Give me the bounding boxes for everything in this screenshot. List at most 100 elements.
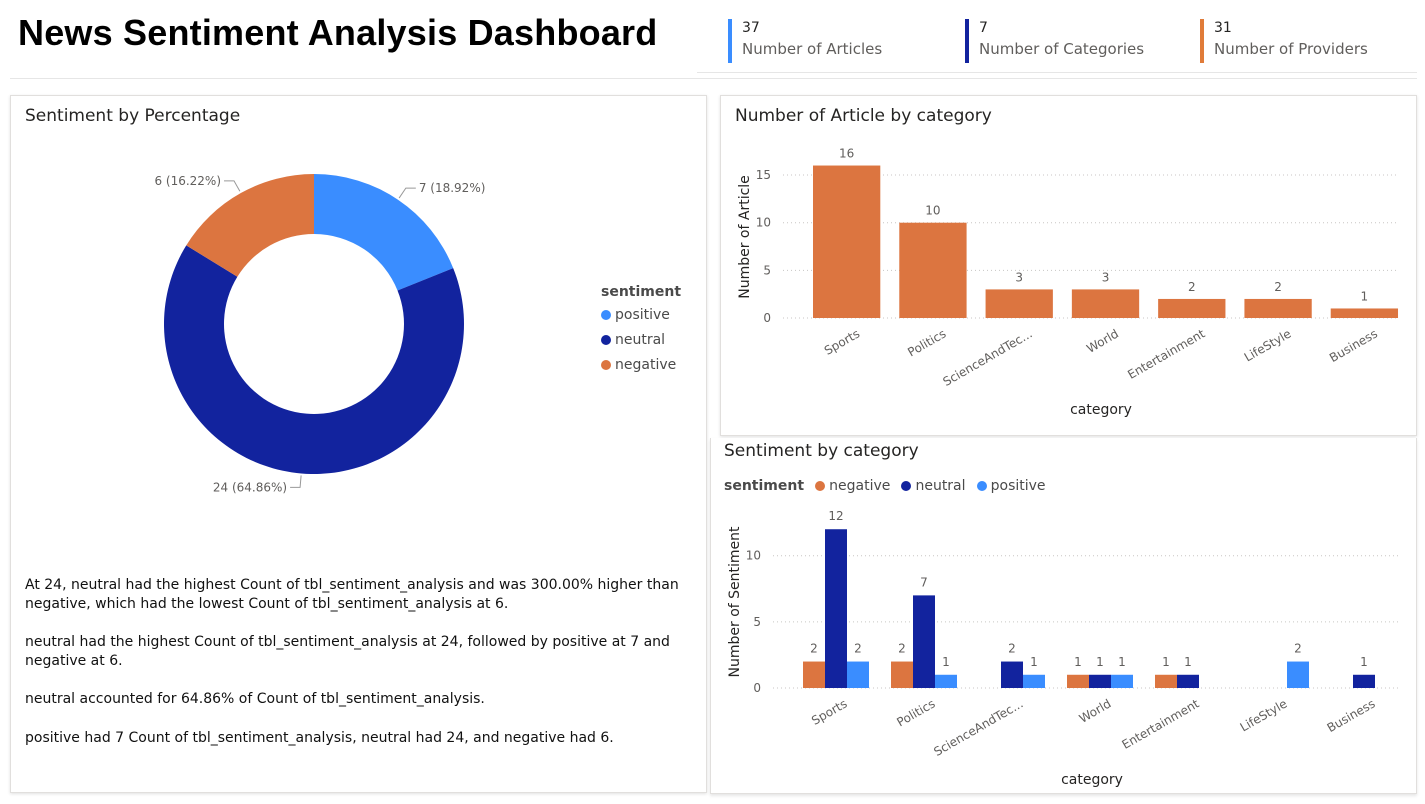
bar-chart-title: Number of Article by category xyxy=(735,106,992,126)
kpi-value: 37 xyxy=(742,20,760,36)
x-axis-title: category xyxy=(1061,772,1123,788)
bar-World[interactable] xyxy=(1071,289,1140,318)
bar-negative-Sports[interactable] xyxy=(803,661,825,688)
bar-data-label: 12 xyxy=(828,509,843,523)
bar-negative-Politics[interactable] xyxy=(891,661,913,688)
article-bar-panel[interactable]: Number of Article by category 0 5 10 15 16 Sp… xyxy=(720,95,1417,436)
cluster-legend: sentiment negative neutral positive xyxy=(724,475,1046,494)
kpi-providers[interactable]: 31 Number of Providers xyxy=(1200,18,1368,64)
legend-item-negative[interactable]: negative xyxy=(815,478,890,494)
legend-title: sentiment xyxy=(724,478,805,494)
donut-chart[interactable]: 7 (18.92%) 24 (64.86%) 6 (16.22%) xyxy=(11,156,708,596)
bar-ScienceAndTec...[interactable] xyxy=(985,289,1053,318)
bar-positive-World[interactable] xyxy=(1111,674,1133,688)
legend-label: negative xyxy=(615,357,677,373)
legend-title: sentiment xyxy=(601,284,682,300)
bar-data-label: 1 xyxy=(1074,655,1082,669)
x-tick-label: LifeStyle xyxy=(1238,696,1290,734)
x-tick-label: Politics xyxy=(894,696,937,729)
bar-Business[interactable] xyxy=(1330,308,1399,318)
article-bar-chart[interactable]: 0 5 10 15 16 Sports 10 Politics 3 ScienceAndTec..… xyxy=(721,136,1416,436)
bar-neutral-ScienceAndTec...[interactable] xyxy=(1001,661,1023,688)
donut-data-label: 24 (64.86%) xyxy=(213,480,287,494)
header-divider xyxy=(10,78,1417,79)
donut-data-label: 6 (16.22%) xyxy=(154,174,221,188)
donut-leader-line xyxy=(290,475,302,488)
legend-label: positive xyxy=(615,307,670,323)
y-tick-label: 10 xyxy=(756,216,771,230)
donut-data-label: 7 (18.92%) xyxy=(419,181,486,195)
bar-data-label: 1 xyxy=(942,655,950,669)
bar-data-label: 7 xyxy=(920,575,928,589)
bar-data-label: 2 xyxy=(898,642,906,656)
bar-data-label: 1 xyxy=(1360,655,1368,669)
kpi-value: 31 xyxy=(1214,20,1232,36)
legend-item-neutral[interactable]: neutral xyxy=(901,478,966,494)
legend-dot-negative xyxy=(815,481,826,491)
x-tick-label: World xyxy=(1084,326,1121,355)
legend-label: positive xyxy=(990,478,1046,494)
legend-item-positive[interactable]: positive xyxy=(601,307,681,323)
bar-negative-Entertainment[interactable] xyxy=(1155,674,1177,688)
y-tick-label: 5 xyxy=(763,263,771,277)
bar-neutral-Business[interactable] xyxy=(1353,674,1375,688)
kpi-accent-bar xyxy=(965,19,969,63)
cluster-chart-title: Sentiment by category xyxy=(724,441,919,461)
kpi-articles[interactable]: 37 Number of Articles xyxy=(728,18,882,64)
bar-data-label: 1 xyxy=(1184,655,1192,669)
bar-Entertainment[interactable] xyxy=(1158,298,1226,318)
bar-neutral-Sports[interactable] xyxy=(825,529,847,688)
kpi-value: 7 xyxy=(979,20,988,36)
bar-positive-LifeStyle[interactable] xyxy=(1287,661,1309,688)
bar-neutral-Entertainment[interactable] xyxy=(1177,674,1199,688)
bar-data-label: 2 xyxy=(854,642,862,656)
bar-negative-World[interactable] xyxy=(1067,674,1089,688)
y-axis-title: Number of Article xyxy=(737,175,753,299)
donut-panel[interactable]: Sentiment by Percentage 7 (18.92%) 24 (64… xyxy=(10,95,707,793)
x-tick-label: LifeStyle xyxy=(1242,326,1294,364)
legend-item-negative[interactable]: negative xyxy=(601,357,681,373)
donut-leader-line xyxy=(398,187,416,199)
y-tick-label: 15 xyxy=(756,168,771,182)
x-tick-label: World xyxy=(1077,696,1114,725)
bar-neutral-World[interactable] xyxy=(1089,674,1111,688)
sentiment-category-panel[interactable]: Sentiment by category sentiment negative… xyxy=(710,438,1417,794)
x-axis-title: category xyxy=(1070,402,1132,418)
x-tick-label: Sports xyxy=(822,326,862,357)
y-tick-label: 0 xyxy=(763,311,771,325)
bar-data-label: 2 xyxy=(1188,280,1196,294)
x-tick-label: Entertainment xyxy=(1125,326,1207,382)
kpi-label: Number of Categories xyxy=(979,40,1145,58)
kpi-categories[interactable]: 7 Number of Categories xyxy=(965,18,1144,64)
bar-positive-ScienceAndTec...[interactable] xyxy=(1023,674,1045,688)
narrative-paragraph-2: neutral had the highest Count of tbl_sen… xyxy=(25,634,670,669)
legend-item-positive[interactable]: positive xyxy=(976,478,1046,494)
x-tick-label: Business xyxy=(1325,696,1378,735)
bar-Politics[interactable] xyxy=(899,222,967,318)
legend-dot-positive xyxy=(601,310,611,320)
bar-positive-Politics[interactable] xyxy=(935,674,957,688)
legend-dot-neutral xyxy=(601,335,611,345)
y-axis-title: Number of Sentiment xyxy=(727,526,743,678)
legend-label: negative xyxy=(829,478,891,494)
legend-label: neutral xyxy=(915,478,966,494)
bar-data-label: 10 xyxy=(925,204,940,218)
sentiment-cluster-chart[interactable]: 05102122Sports271Politics21ScienceAndTec… xyxy=(711,502,1416,792)
bar-data-label: 1 xyxy=(1162,655,1170,669)
bar-data-label: 3 xyxy=(1102,270,1110,284)
bar-LifeStyle[interactable] xyxy=(1244,298,1312,318)
x-tick-label: Sports xyxy=(809,696,849,727)
legend-item-neutral[interactable]: neutral xyxy=(601,332,681,348)
kpi-accent-bar xyxy=(1200,19,1204,63)
bar-positive-Sports[interactable] xyxy=(847,661,869,688)
bar-Sports[interactable] xyxy=(813,165,881,318)
x-tick-label: ScienceAndTec... xyxy=(941,326,1035,388)
kpi-divider xyxy=(697,72,1417,73)
x-tick-label: Entertainment xyxy=(1120,696,1202,752)
y-tick-label: 10 xyxy=(746,549,761,563)
bar-data-label: 2 xyxy=(1294,642,1302,656)
x-tick-label: ScienceAndTec... xyxy=(931,696,1025,758)
bar-neutral-Politics[interactable] xyxy=(913,595,935,688)
y-tick-label: 5 xyxy=(753,615,761,629)
legend-dot-positive xyxy=(976,481,987,491)
